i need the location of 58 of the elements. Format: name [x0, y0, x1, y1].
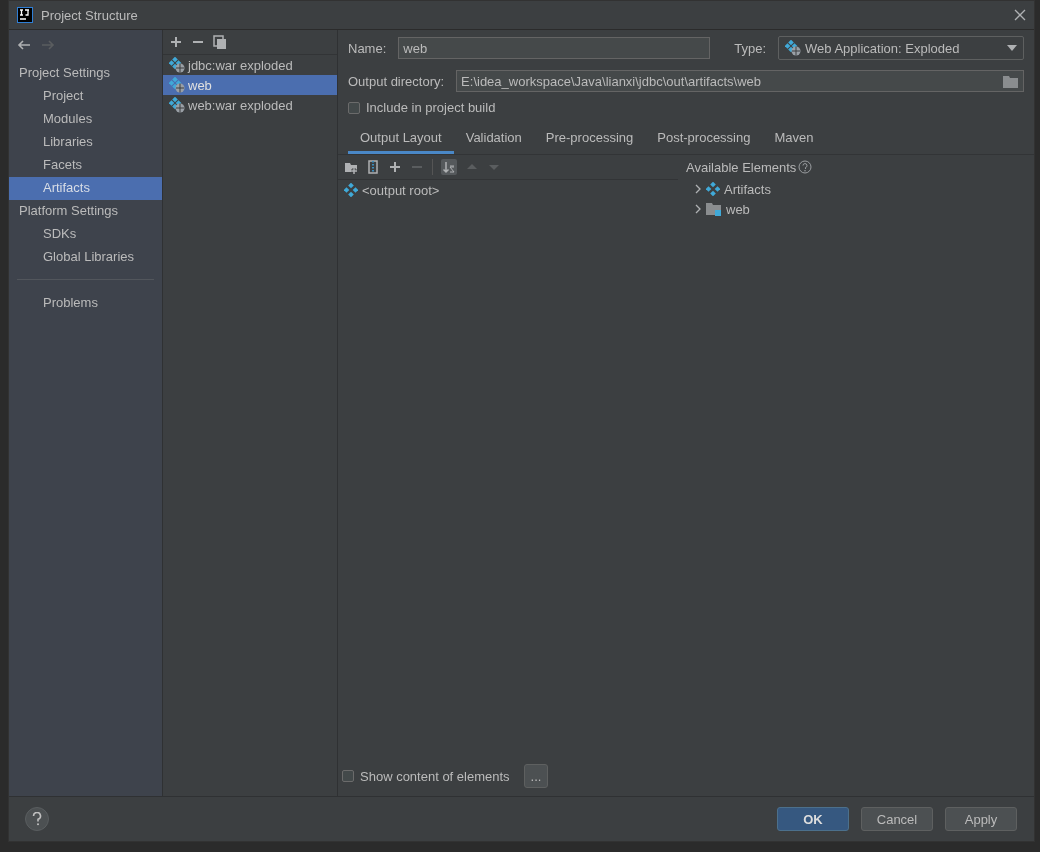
back-arrow-icon[interactable]: [17, 38, 31, 52]
dialog-button[interactable]: Cancel: [861, 807, 933, 831]
available-elements-heading: Available Elements: [686, 159, 797, 175]
artifact-item[interactable]: web:war exploded: [163, 95, 337, 115]
add-icon[interactable]: [388, 160, 402, 174]
type-dropdown[interactable]: Web Application: Exploded: [778, 36, 1024, 60]
name-field[interactable]: web: [398, 37, 711, 59]
artifact-root-icon: [344, 183, 358, 197]
artifact-icon: [169, 77, 185, 93]
more-button[interactable]: ...: [523, 764, 549, 788]
sidebar-item[interactable]: Artifacts: [9, 177, 162, 200]
sidebar-item[interactable]: Libraries: [9, 131, 162, 154]
sidebar-item[interactable]: SDKs: [9, 223, 162, 246]
ok-button[interactable]: OK: [777, 807, 849, 831]
artifact-item[interactable]: web: [163, 75, 337, 95]
help-button[interactable]: [25, 807, 49, 831]
tab[interactable]: Post-processing: [645, 125, 763, 154]
type-label: Type:: [734, 40, 767, 56]
checkbox-label: Include in project build: [366, 100, 496, 115]
artifact-icon: [169, 97, 185, 113]
window-title: Project Structure: [41, 7, 138, 23]
sidebar-item[interactable]: Project: [9, 85, 162, 108]
tab[interactable]: Validation: [453, 125, 534, 154]
sidebar-item[interactable]: Problems: [9, 292, 162, 315]
add-icon[interactable]: [169, 35, 183, 49]
checkbox-label: Show content of elements: [360, 768, 510, 784]
module-folder-icon: [706, 202, 722, 216]
archive-icon[interactable]: [366, 160, 380, 174]
artifact-item[interactable]: jdbc:war exploded: [163, 55, 337, 75]
tree-item[interactable]: <output root>: [338, 180, 678, 200]
tree-item[interactable]: Artifacts: [678, 179, 1034, 199]
sort-icon[interactable]: [441, 159, 457, 175]
tab[interactable]: Output Layout: [348, 125, 454, 154]
tab[interactable]: Maven: [762, 125, 826, 154]
dropdown-arrow-icon: [1007, 45, 1017, 51]
output-directory-field[interactable]: E:\idea_workspace\Java\lianxi\jdbc\out\artifacts\web: [456, 70, 1024, 92]
sidebar-item[interactable]: Facets: [9, 154, 162, 177]
artifact-icon: [169, 57, 185, 73]
section-heading: Platform Settings: [18, 202, 119, 220]
sidebar-item[interactable]: Global Libraries: [9, 246, 162, 269]
app-logo-icon: [17, 7, 33, 23]
new-folder-icon[interactable]: [344, 160, 358, 174]
tree-item[interactable]: web: [678, 199, 1034, 219]
section-heading: Project Settings: [18, 64, 112, 82]
artifacts-icon: [706, 182, 720, 196]
copy-icon[interactable]: [213, 35, 227, 49]
help-icon[interactable]: [798, 160, 813, 174]
checkbox[interactable]: [348, 101, 360, 114]
dialog-button[interactable]: Apply: [945, 807, 1017, 831]
sidebar-item[interactable]: Modules: [9, 108, 162, 131]
checkbox[interactable]: [342, 770, 354, 782]
tab[interactable]: Pre-processing: [533, 125, 646, 154]
output-directory-label: Output directory:: [348, 73, 445, 89]
close-icon[interactable]: [1014, 9, 1026, 21]
name-label: Name:: [348, 40, 387, 56]
folder-icon[interactable]: [1003, 74, 1019, 88]
artifact-icon: [785, 40, 802, 56]
help-icon: [32, 812, 42, 826]
